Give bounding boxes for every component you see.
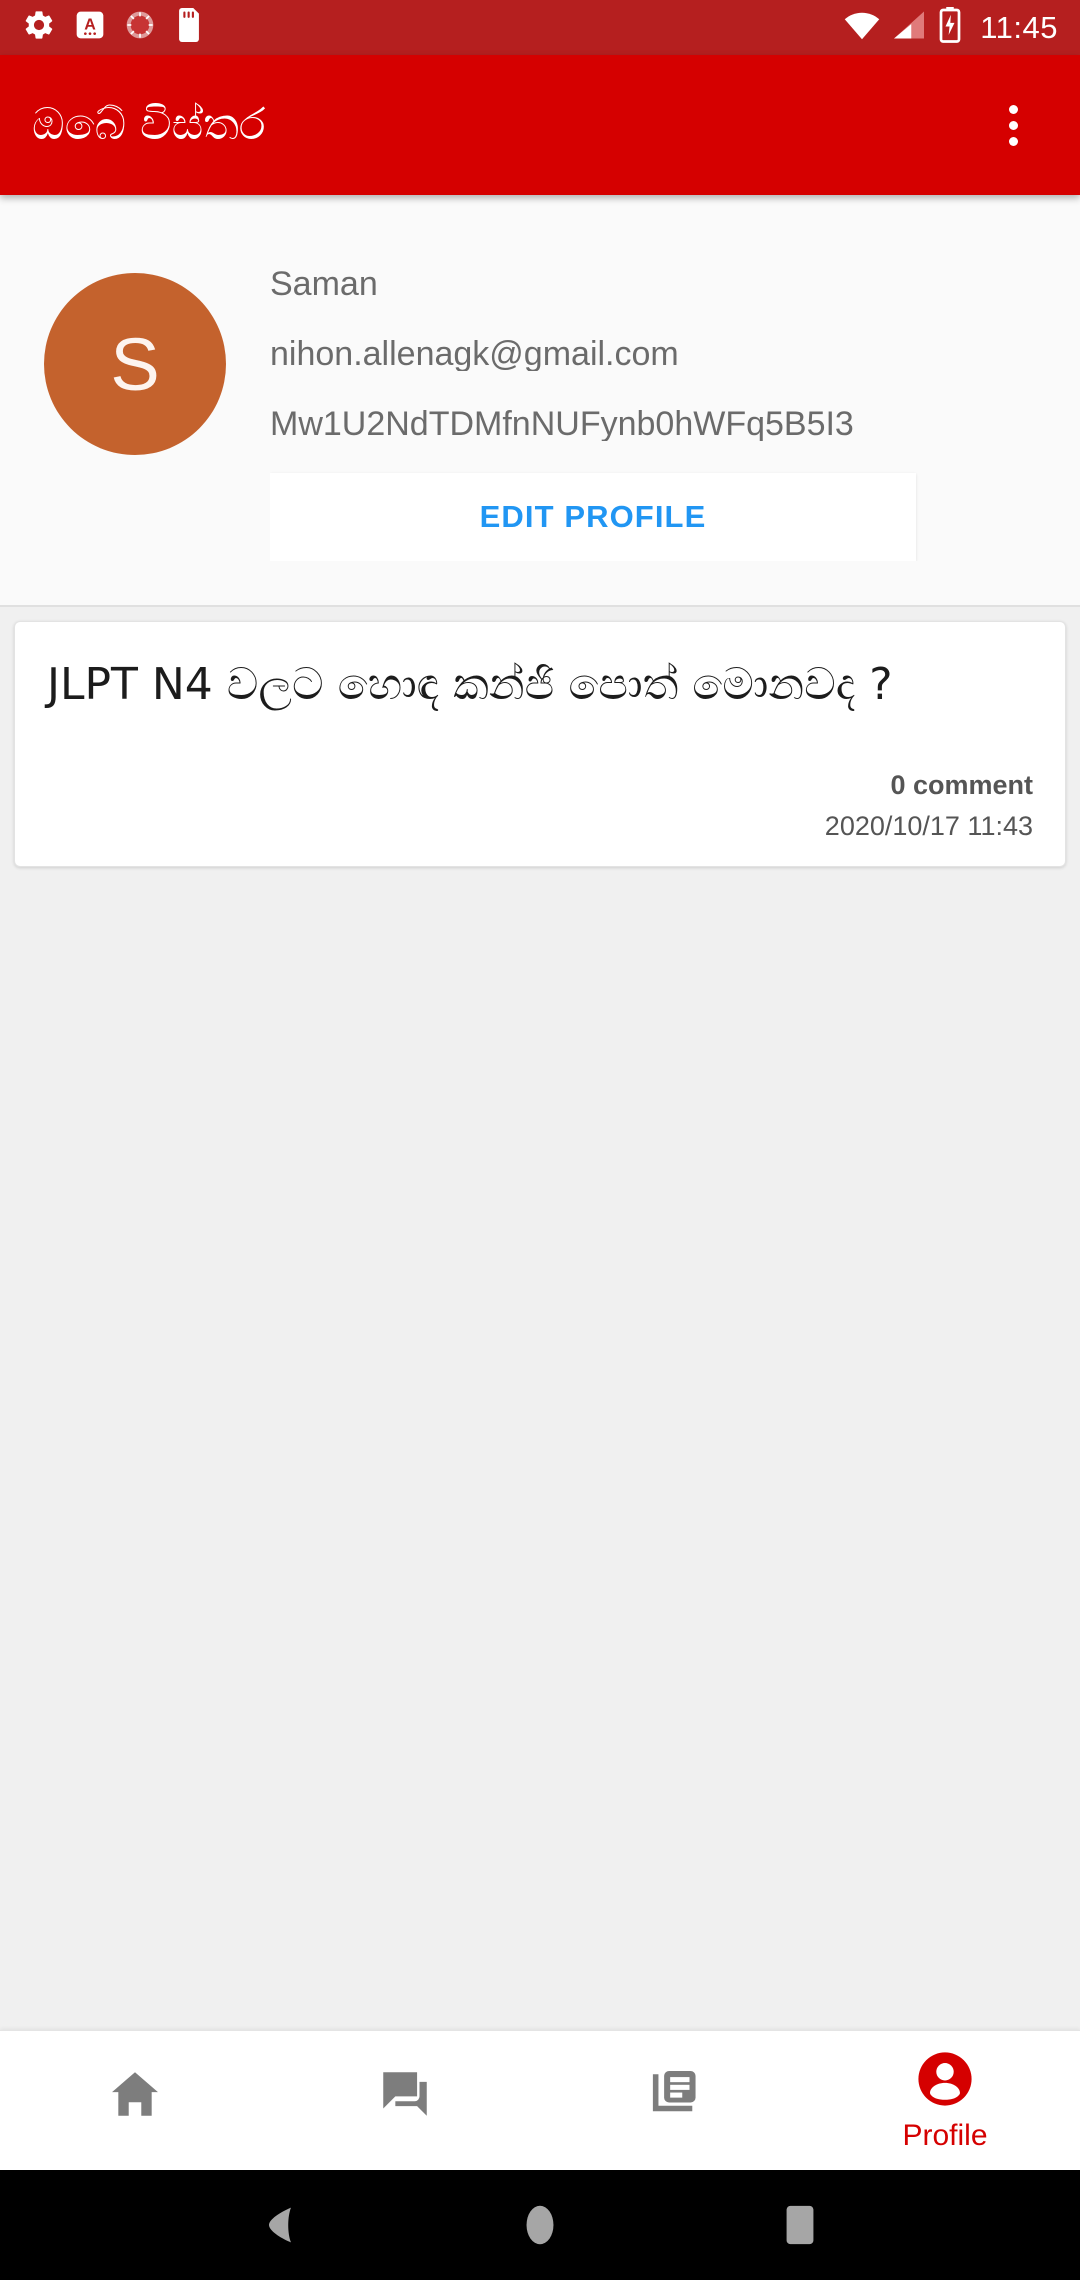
sd-card-icon: [174, 8, 204, 47]
post-comment-count: 0 comment: [890, 770, 1033, 801]
account-circle-icon: [916, 2050, 974, 2113]
svg-text:A: A: [84, 17, 96, 34]
home-icon: [106, 2065, 164, 2128]
nav-label-profile: Profile: [902, 2119, 988, 2152]
app-bar: ඔබේ විස්තර: [0, 55, 1080, 195]
settings-gear-icon: [22, 8, 56, 47]
post-date: 2020/10/17 11:43: [824, 811, 1033, 842]
bottom-navigation: Profile: [0, 2030, 1080, 2170]
android-navigation-bar: [0, 2170, 1080, 2280]
nav-item-forum[interactable]: [270, 2031, 540, 2170]
post-feed: JLPT N4 වලට හොඳ කන්ජි පොත් මොනවද ? 0 com…: [0, 607, 1080, 2030]
battery-charging-icon: [938, 7, 962, 48]
avatar-container: S: [0, 267, 270, 455]
recents-square-icon[interactable]: [769, 2194, 831, 2256]
phone-screen: A 11:45 ඔබේ විස්තර S Saman nihon.allenag…: [0, 0, 1080, 2280]
status-bar-clock: 11:45: [980, 9, 1058, 45]
profile-header: S Saman nihon.allenagk@gmail.com Mw1U2Nd…: [0, 195, 1080, 607]
sync-circle-icon: [124, 9, 156, 46]
keyboard-language-icon: A: [74, 9, 106, 46]
profile-name: Saman: [270, 267, 378, 301]
status-bar-left-icons: A: [22, 8, 204, 47]
post-title: JLPT N4 වලට හොඳ කන්ජි පොත් මොනවද ?: [47, 659, 893, 710]
page-title: ඔබේ විස්තර: [32, 98, 266, 150]
back-triangle-icon[interactable]: [249, 2194, 311, 2256]
nav-item-articles[interactable]: [540, 2031, 810, 2170]
forum-chat-icon: [376, 2065, 434, 2128]
profile-email: nihon.allenagk@gmail.com: [270, 337, 679, 371]
post-meta: 0 comment 2020/10/17 11:43: [47, 770, 1033, 842]
status-bar: A 11:45: [0, 0, 1080, 55]
edit-profile-button[interactable]: EDIT PROFILE: [270, 473, 916, 561]
nav-item-profile[interactable]: Profile: [810, 2031, 1080, 2170]
cellular-signal-icon: [892, 10, 926, 45]
overflow-menu-icon[interactable]: [978, 90, 1048, 160]
post-card[interactable]: JLPT N4 වලට හොඳ කන්ජි පොත් මොනවද ? 0 com…: [14, 621, 1066, 868]
profile-user-id: Mw1U2NdTDMfnNUFynb0hWFq5B5I3: [270, 407, 854, 441]
article-reader-icon: [646, 2065, 704, 2128]
wifi-icon: [844, 10, 880, 45]
home-circle-icon[interactable]: [509, 2194, 571, 2256]
profile-info: Saman nihon.allenagk@gmail.com Mw1U2NdTD…: [270, 267, 1080, 561]
avatar[interactable]: S: [44, 273, 226, 455]
status-bar-right-icons: 11:45: [844, 7, 1058, 48]
nav-item-home[interactable]: [0, 2031, 270, 2170]
